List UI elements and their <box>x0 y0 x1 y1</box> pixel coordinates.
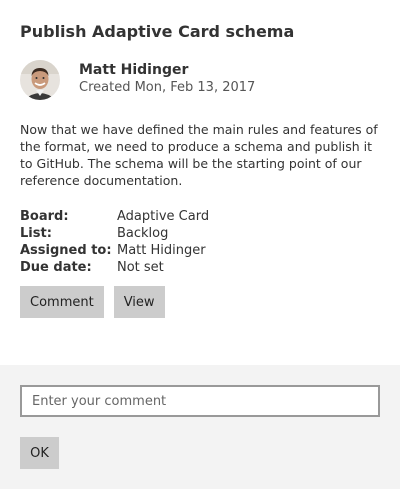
created-date: Created Mon, Feb 13, 2017 <box>79 80 256 95</box>
comment-button[interactable]: Comment <box>20 286 104 318</box>
fact-value: Not set <box>117 260 164 275</box>
card-title: Publish Adaptive Card schema <box>20 22 295 41</box>
adaptive-card: Publish Adaptive Card schema Matt Hiding… <box>0 0 400 489</box>
fact-value: Backlog <box>117 226 169 241</box>
person-avatar-icon <box>20 60 60 100</box>
fact-row: Board: Adaptive Card <box>20 208 380 225</box>
fact-title: Board: <box>20 209 69 224</box>
fact-set: Board: Adaptive Card List: Backlog Assig… <box>20 208 380 276</box>
view-button[interactable]: View <box>113 286 165 318</box>
comment-input[interactable] <box>20 385 380 417</box>
fact-row: Due date: Not set <box>20 259 380 276</box>
fact-title: Assigned to: <box>20 243 112 258</box>
action-bar: Comment View <box>20 286 380 318</box>
fact-value: Matt Hidinger <box>117 243 206 258</box>
fact-row: Assigned to: Matt Hidinger <box>20 242 380 259</box>
fact-title: List: <box>20 226 52 241</box>
author-info: Matt Hidinger Created Mon, Feb 13, 2017 <box>79 62 255 96</box>
card-description: Now that we have defined the main rules … <box>20 122 378 188</box>
avatar <box>20 60 60 100</box>
comment-panel: OK <box>0 365 400 489</box>
fact-title: Due date: <box>20 260 92 275</box>
card-body: Publish Adaptive Card schema Matt Hiding… <box>0 0 400 343</box>
author-row: Matt Hidinger Created Mon, Feb 13, 2017 <box>20 60 380 100</box>
fact-row: List: Backlog <box>20 225 380 242</box>
fact-value: Adaptive Card <box>117 209 210 224</box>
author-name: Matt Hidinger <box>79 62 189 78</box>
ok-button[interactable]: OK <box>20 437 59 469</box>
